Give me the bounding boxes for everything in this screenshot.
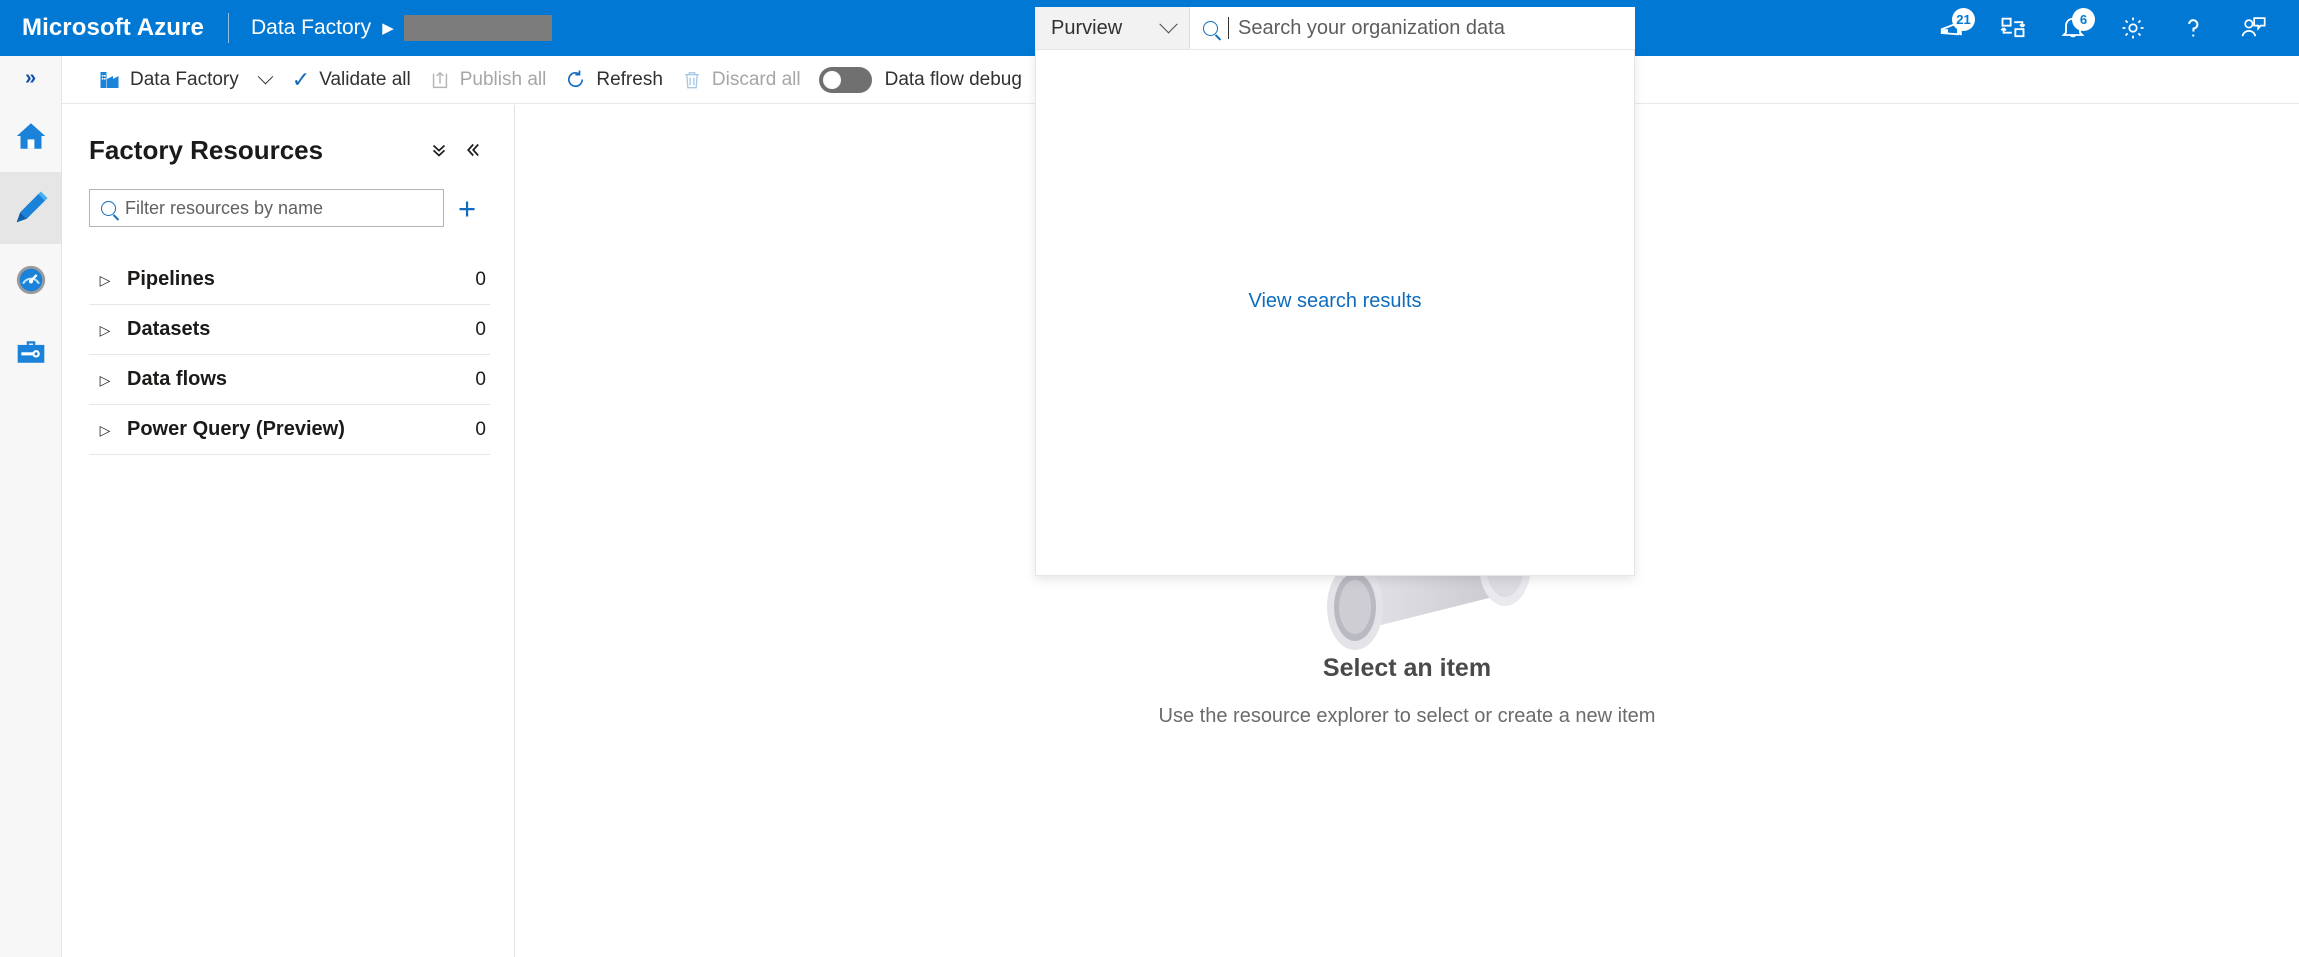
global-search: Purview Search your organization data: [1035, 7, 1635, 49]
tree-row-data-flows[interactable]: ▷ Data flows 0: [89, 355, 490, 405]
double-chevron-left-icon[interactable]: [456, 133, 490, 167]
tree-row-datasets[interactable]: ▷ Datasets 0: [89, 305, 490, 355]
data-flow-debug-label: Data flow debug: [884, 68, 1022, 90]
publish-all-button[interactable]: Publish all: [420, 56, 556, 104]
search-icon: [101, 200, 116, 216]
toolbar-chevron-down-icon[interactable]: [257, 68, 274, 85]
add-resource-button[interactable]: +: [444, 189, 490, 227]
announcements-icon[interactable]: 21: [1923, 0, 1983, 56]
resource-tree: ▷ Pipelines 0 ▷ Datasets 0 ▷ Data flows …: [89, 255, 490, 455]
tree-count: 0: [475, 418, 486, 440]
announcements-badge: 21: [1952, 8, 1975, 31]
factory-resources-panel: Factory Resources Filter resources by na…: [63, 105, 515, 957]
expand-triangle-icon[interactable]: ▷: [93, 423, 117, 437]
tree-label: Power Query (Preview): [127, 418, 345, 440]
rail-item-home[interactable]: [0, 100, 61, 172]
rail-item-manage[interactable]: [0, 316, 61, 388]
refresh-button[interactable]: Refresh: [555, 56, 672, 104]
trash-icon: [685, 71, 699, 88]
tree-row-pipelines[interactable]: ▷ Pipelines 0: [89, 255, 490, 305]
expand-triangle-icon[interactable]: ▷: [93, 373, 117, 387]
tree-label: Data flows: [127, 368, 228, 390]
refresh-label: Refresh: [596, 68, 663, 90]
view-search-results-link[interactable]: View search results: [1248, 290, 1421, 313]
discard-all-label: Discard all: [711, 68, 801, 90]
toggle-knob: [822, 70, 841, 89]
toolbar-data-factory-label: Data Factory: [130, 68, 239, 90]
text-caret: [1228, 17, 1229, 39]
feedback-person-icon[interactable]: [2223, 0, 2283, 56]
data-factory-icon: [100, 71, 119, 88]
search-placeholder: Search your organization data: [1238, 16, 1505, 39]
help-question-icon[interactable]: [2163, 0, 2223, 56]
left-nav-rail: »: [0, 56, 62, 957]
factory-resources-header: Factory Resources: [63, 105, 514, 167]
double-chevron-right-icon: »: [24, 66, 37, 89]
refresh-icon: [568, 70, 584, 88]
empty-state-title: Select an item: [1322, 654, 1492, 682]
search-icon: [1203, 20, 1218, 36]
search-scope-label: Purview: [1051, 16, 1123, 39]
data-flow-debug-toggle[interactable]: Data flow debug: [810, 66, 1031, 93]
settings-gear-icon[interactable]: [2103, 0, 2163, 56]
breadcrumb-arrow-icon: ▶: [382, 19, 394, 37]
page-title: Factory Resources: [89, 134, 324, 165]
home-icon: [16, 123, 45, 149]
notifications-bell-icon[interactable]: 6: [2043, 0, 2103, 56]
tree-label: Datasets: [127, 318, 211, 340]
publish-all-label: Publish all: [459, 68, 547, 90]
checkmark-icon: ✓: [291, 66, 311, 92]
expand-rail-button[interactable]: »: [0, 56, 61, 100]
toolbox-manage-icon: [17, 341, 44, 363]
expand-triangle-icon[interactable]: ▷: [93, 323, 117, 337]
tree-row-power-query[interactable]: ▷ Power Query (Preview) 0: [89, 405, 490, 455]
chevron-down-icon: [1159, 14, 1178, 33]
tree-count: 0: [475, 368, 486, 390]
breadcrumb-data-factory[interactable]: Data Factory: [251, 16, 371, 40]
rail-item-monitor[interactable]: [0, 244, 61, 316]
breadcrumb-factory-name-redacted: [403, 15, 552, 41]
filter-placeholder: Filter resources by name: [125, 197, 324, 218]
toolbar-data-factory-selector[interactable]: Data Factory: [88, 56, 248, 104]
brand-divider: [227, 13, 229, 43]
tree-count: 0: [475, 318, 486, 340]
search-scope-dropdown[interactable]: Purview: [1035, 7, 1190, 49]
filter-resources-input[interactable]: Filter resources by name: [89, 189, 444, 227]
validate-all-label: Validate all: [319, 68, 411, 90]
top-bar-icon-group: 21 6: [1923, 0, 2283, 56]
search-results-flyout: View search results: [1035, 49, 1635, 576]
rail-item-author[interactable]: [0, 172, 61, 244]
filter-row: Filter resources by name +: [63, 167, 514, 227]
toggle-track: [818, 66, 872, 93]
tree-count: 0: [475, 268, 486, 290]
cloud-shell-icon[interactable]: [1983, 0, 2043, 56]
tree-label: Pipelines: [127, 268, 215, 290]
notifications-badge: 6: [2072, 8, 2095, 31]
double-chevron-down-icon[interactable]: [422, 133, 456, 167]
azure-brand-logo[interactable]: Microsoft Azure: [22, 14, 204, 42]
validate-all-button[interactable]: ✓ Validate all: [283, 56, 420, 104]
monitor-gauge-icon: [16, 265, 45, 295]
publish-upload-icon: [432, 71, 447, 88]
discard-all-button[interactable]: Discard all: [672, 56, 810, 104]
empty-state-subtitle: Use the resource explorer to select or c…: [1158, 705, 1656, 727]
expand-triangle-icon[interactable]: ▷: [93, 273, 117, 287]
pencil-author-icon: [16, 191, 47, 223]
search-input[interactable]: Search your organization data: [1190, 7, 1635, 49]
